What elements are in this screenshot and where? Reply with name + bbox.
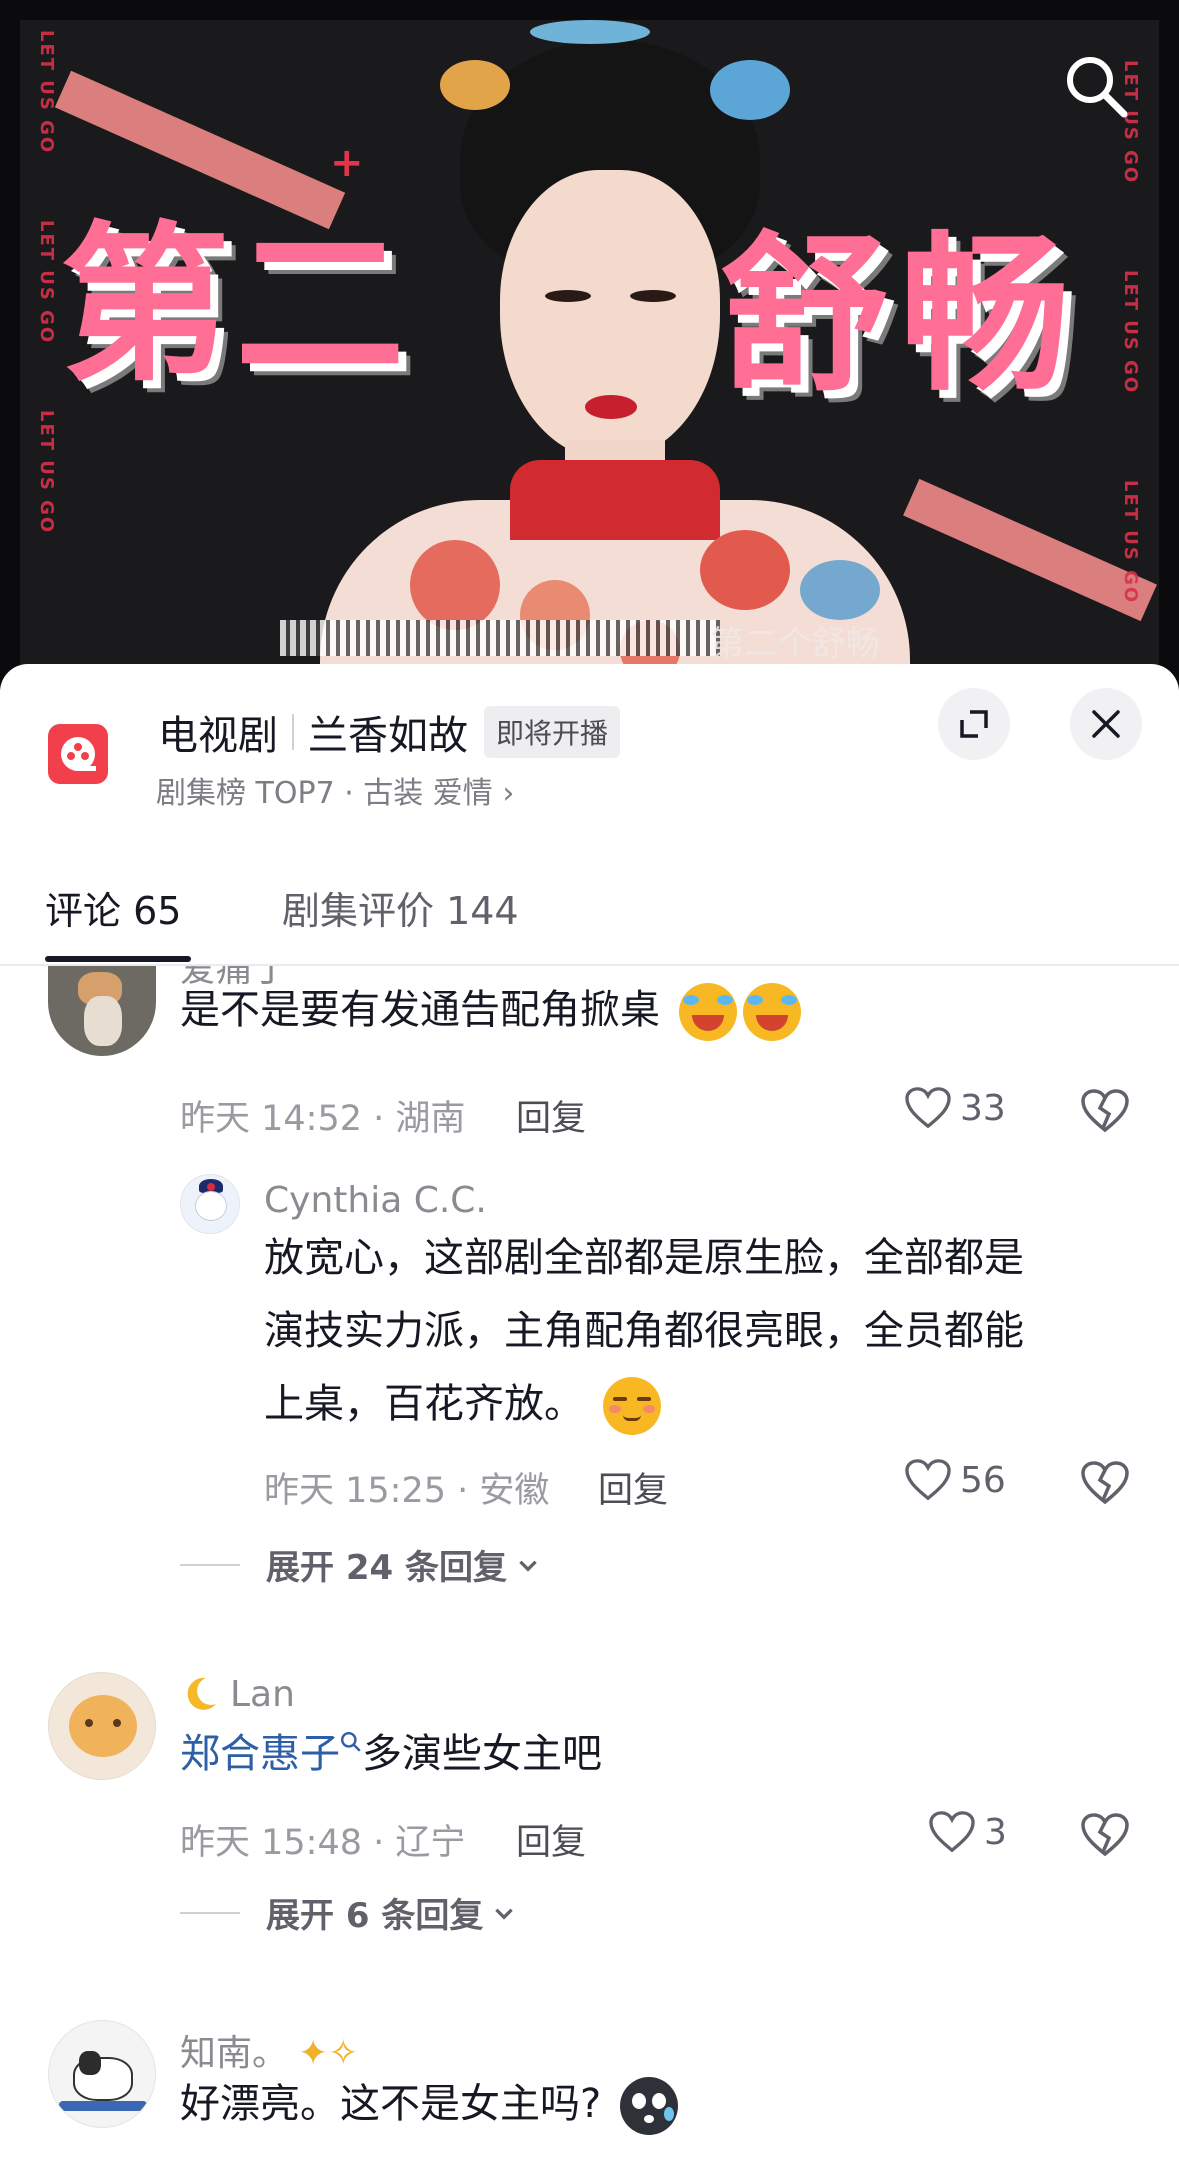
expand-icon <box>960 710 988 738</box>
expand-divider <box>180 1911 240 1914</box>
laugh-cry-emoji-icon <box>678 983 737 1041</box>
like-button[interactable]: 33 <box>904 1086 1006 1130</box>
tab-indicator <box>45 956 191 962</box>
comment-author[interactable]: Lan <box>180 1674 295 1715</box>
expand-replies-button[interactable]: 展开 6 条回复 <box>180 1888 517 1937</box>
drama-title: 兰香如故 <box>308 713 468 759</box>
reply-button[interactable]: 回复 <box>516 1814 586 1865</box>
tab-reviews[interactable]: 剧集评价 144 <box>282 880 519 935</box>
decor-plus: + <box>330 140 364 186</box>
overlay-char: 第 <box>60 205 231 405</box>
broken-heart-icon[interactable] <box>1080 1458 1130 1508</box>
decor-stripe <box>903 478 1157 622</box>
subtitle-redacted <box>280 620 720 656</box>
like-count: 56 <box>960 1459 1006 1501</box>
reply-button[interactable]: 回复 <box>598 1462 668 1513</box>
drama-ranking-link[interactable]: 剧集榜 TOP7 · 古装 爱情 › <box>156 768 514 812</box>
drama-category: 电视剧 <box>158 713 278 759</box>
expand-button[interactable] <box>938 688 1010 760</box>
comment-text: 郑合惠子 多演些女主吧 <box>180 1718 602 1791</box>
drama-icon <box>48 724 108 784</box>
chevron-down-icon <box>495 1908 514 1920</box>
expand-replies-button[interactable]: 展开 24 条回复 <box>180 1540 541 1589</box>
broken-heart-icon[interactable] <box>1080 1810 1130 1860</box>
like-button[interactable]: 56 <box>904 1458 1006 1502</box>
broken-heart-icon[interactable] <box>1080 1086 1130 1136</box>
video-subtitle: 第二个舒畅 <box>710 624 880 664</box>
comment-text-body: 好漂亮。这不是女主吗? <box>180 2081 602 2127</box>
avatar[interactable] <box>48 1672 156 1780</box>
expand-replies-label: 展开 6 条回复 <box>266 1896 484 1936</box>
overlay-char: 二 <box>235 205 406 405</box>
side-text-left: LET US GO <box>36 410 57 535</box>
overlay-char: 畅 <box>900 215 1071 415</box>
comment-text-body: 多演些女主吧 <box>362 1731 602 1777</box>
side-text-left: LET US GO <box>36 220 57 345</box>
reply-text-line: 放宽心，这部剧全部都是原生脸，全部都是 <box>264 1235 1024 1281</box>
side-text-left: LET US GO <box>36 30 57 155</box>
laugh-cry-emoji-icon <box>742 983 801 1041</box>
expand-divider <box>180 1563 240 1566</box>
reply-text-line: 上桌，百花齐放。 <box>264 1368 661 1441</box>
expand-replies-label: 展开 24 条回复 <box>266 1548 507 1588</box>
like-button[interactable]: 3 <box>928 1810 1007 1854</box>
mention-link[interactable]: 郑合惠子 <box>180 1731 340 1777</box>
reply-author[interactable]: Cynthia C.C. <box>264 1180 487 1221</box>
search-icon[interactable] <box>1060 50 1132 122</box>
status-badge: 即将开播 <box>484 706 621 758</box>
tab-comments[interactable]: 评论 65 <box>45 880 181 935</box>
avatar[interactable] <box>48 966 156 1056</box>
overlay-char: 舒 <box>720 215 891 415</box>
like-count: 33 <box>960 1087 1006 1129</box>
tab-bar: 评论 65 剧集评价 144 <box>0 860 1179 966</box>
avatar[interactable] <box>180 1174 240 1234</box>
reply-button[interactable]: 回复 <box>516 1090 586 1141</box>
video-frame: LET US GO LET US GO LET US GO LET US GO … <box>20 20 1159 690</box>
heart-icon <box>929 1811 975 1853</box>
close-icon <box>1092 710 1120 738</box>
comment-text: 好漂亮。这不是女主吗? <box>180 2068 678 2141</box>
comment-list[interactable]: 爱痛丁 是不是要有发通告配角掀桌 昨天 14:52 · 湖南 回复 33 Cyn… <box>0 966 1179 2164</box>
heart-icon <box>905 1459 951 1501</box>
title-divider <box>292 714 294 750</box>
close-button[interactable] <box>1070 688 1142 760</box>
reply-text-line: 演技实力派，主角配角都很亮眼，全员都能 <box>264 1308 1024 1354</box>
comment-text: 是不是要有发通告配角掀桌 <box>180 974 801 1047</box>
nervous-emoji-icon <box>619 2077 678 2135</box>
comment-text-body: 是不是要有发通告配角掀桌 <box>180 987 660 1033</box>
crescent-moon-icon <box>187 1677 216 1710</box>
comment-author-name: Lan <box>230 1674 295 1715</box>
comment-time-location: 昨天 15:48 · 辽宁 <box>180 1823 466 1863</box>
like-count: 3 <box>984 1811 1007 1853</box>
drama-title-line[interactable]: 电视剧 兰香如故 即将开播 <box>158 704 621 760</box>
search-icon <box>340 1731 361 1752</box>
heart-icon <box>905 1087 951 1129</box>
smirk-emoji-icon <box>602 1377 661 1435</box>
comment-time-location: 昨天 14:52 · 湖南 <box>180 1099 466 1139</box>
side-text-right: LET US GO <box>1120 270 1141 395</box>
avatar[interactable] <box>48 2020 156 2128</box>
side-text-right: LET US GO <box>1120 480 1141 605</box>
chevron-down-icon <box>519 1560 537 1572</box>
reply-time-location: 昨天 15:25 · 安徽 <box>264 1471 550 1511</box>
reply-text-body: 上桌，百花齐放。 <box>264 1381 584 1427</box>
video-player[interactable]: LET US GO LET US GO LET US GO LET US GO … <box>0 0 1179 690</box>
